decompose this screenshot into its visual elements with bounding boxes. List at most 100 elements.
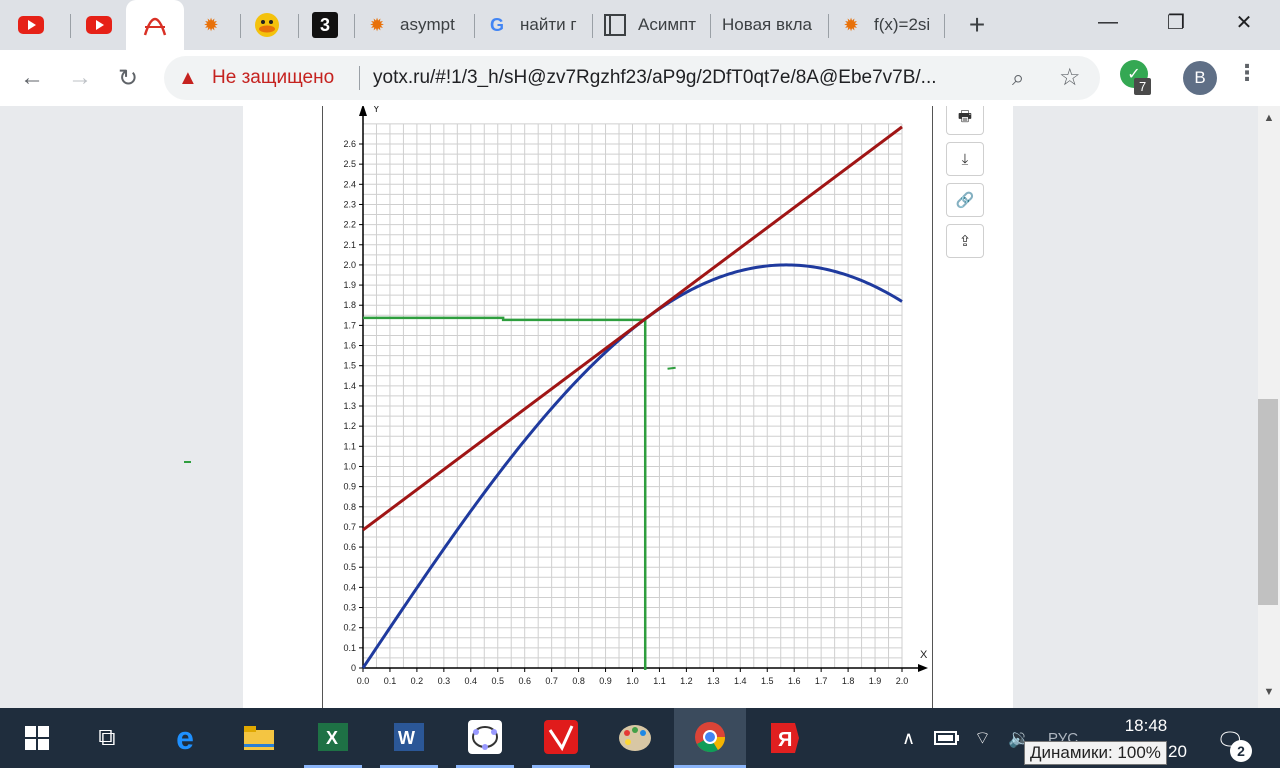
print-button[interactable]: 🖶: [946, 106, 984, 135]
duck-icon: [254, 12, 280, 38]
x-tick-label: 0.9: [599, 676, 612, 686]
x-tick-label: 0.3: [438, 676, 451, 686]
yandex-button[interactable]: Я: [756, 708, 814, 768]
chrome-button[interactable]: [674, 708, 746, 768]
y-tick-label: 1.4: [343, 381, 356, 391]
x-tick-label: 0.5: [491, 676, 504, 686]
y-tick-label: 0.7: [343, 522, 356, 532]
minimize-button[interactable]: —: [1074, 0, 1142, 44]
extension-badge: 7: [1134, 78, 1152, 95]
x-tick-label: 0.4: [465, 676, 478, 686]
scroll-thumb[interactable]: [1258, 399, 1278, 605]
arrow-right-icon: →: [68, 64, 92, 91]
graph-frame: 0.0 0.1 0.2 0.3 0.4 0.5 0.6 0.7 0.8 0.9 1.0 1.1 1.2 1…: [322, 106, 933, 708]
tab-sun-1[interactable]: ✹: [198, 0, 228, 50]
y-tick-label: 1.9: [343, 280, 356, 290]
geogebra-icon: [468, 719, 502, 754]
y-tick-label: 2.3: [343, 199, 356, 209]
x-tick-label: 1.6: [788, 676, 801, 686]
y-tick-label: 1.6: [343, 341, 356, 351]
scroll-up-icon[interactable]: ▲: [1258, 112, 1280, 124]
tab-new[interactable]: Новая вкла: [722, 0, 818, 50]
browser-toolbar: ← → ↻ ▲ Не защищено yotx.ru/#!1/3_h/sH@z…: [0, 50, 1280, 107]
task-view-icon: ⧉: [98, 724, 116, 751]
start-button[interactable]: [8, 708, 66, 768]
wifi-icon[interactable]: ⌔: [974, 708, 991, 768]
explorer-button[interactable]: [230, 708, 288, 768]
link-button[interactable]: 🔗: [946, 183, 984, 217]
clock-date[interactable]: 20: [1168, 742, 1187, 762]
tab-google[interactable]: G найти г: [484, 0, 588, 50]
y-tick-label: 0.8: [343, 502, 356, 512]
tab-three[interactable]: 3: [312, 0, 342, 50]
pdf-icon: [544, 719, 578, 754]
geogebra-button[interactable]: [456, 708, 514, 768]
x-tick-label: 0.8: [572, 676, 585, 686]
y-tick-label: 0: [351, 663, 356, 673]
x-tick-label: 0.6: [518, 676, 531, 686]
tab-strip: ✹ 3 ✹ asympt G найти г Асимпт Новая вкла…: [0, 0, 1280, 50]
tab-label: Асимпт: [638, 15, 697, 34]
back-button[interactable]: ←: [12, 58, 52, 98]
graph-app-icon: [142, 12, 168, 38]
google-icon: G: [489, 14, 504, 35]
tab-asimpt[interactable]: Асимпт: [602, 0, 706, 50]
reload-button[interactable]: ↻: [108, 58, 148, 98]
battery-icon[interactable]: [934, 708, 960, 768]
x-tick-label: 1.2: [680, 676, 693, 686]
x-tick-label: 1.9: [869, 676, 882, 686]
y-tick-label: 2.0: [343, 260, 356, 270]
scroll-down-icon[interactable]: ▼: [1258, 686, 1280, 698]
close-icon: ✕: [1235, 11, 1253, 34]
stray-mark: [184, 461, 191, 463]
y-tick-label: 0.4: [343, 582, 356, 592]
tray-chevron-icon[interactable]: ∧: [902, 708, 915, 768]
word-button[interactable]: W: [380, 708, 438, 768]
tab-graph-active[interactable]: [126, 0, 184, 50]
share-button[interactable]: ⇪: [946, 224, 984, 258]
x-tick-label: 0.1: [384, 676, 397, 686]
page-viewport: 0.0 0.1 0.2 0.3 0.4 0.5 0.6 0.7 0.8 0.9 1.0 1.1 1.2 1…: [0, 106, 1258, 708]
y-axis-arrow: [359, 106, 367, 116]
forward-button[interactable]: →: [60, 58, 100, 98]
avatar[interactable]: B: [1183, 61, 1217, 95]
y-tick-label: 1.7: [343, 320, 356, 330]
task-view-button[interactable]: ⧉: [78, 708, 136, 768]
three-icon: 3: [312, 12, 338, 38]
tab-fx[interactable]: ✹ f(x)=2si: [838, 0, 936, 50]
new-tab-button[interactable]: +: [964, 0, 994, 50]
y-tick-label: 1.2: [343, 421, 356, 431]
word-icon: W: [394, 722, 424, 751]
tab-youtube-1[interactable]: [18, 0, 68, 50]
function-graph[interactable]: 0.0 0.1 0.2 0.3 0.4 0.5 0.6 0.7 0.8 0.9 1.0 1.1 1.2 1…: [323, 106, 932, 708]
star-icon[interactable]: ☆: [1059, 63, 1081, 92]
stray-mark: [667, 366, 676, 370]
edge-button[interactable]: e: [156, 708, 214, 768]
address-bar[interactable]: ▲ Не защищено yotx.ru/#!1/3_h/sH@zv7Rgzh…: [164, 56, 1100, 100]
y-tick-label: 0.9: [343, 482, 356, 492]
minimize-icon: —: [1098, 10, 1118, 33]
clock-time[interactable]: 18:48: [1116, 716, 1176, 736]
page-scrollbar[interactable]: ▲ ▼: [1258, 106, 1280, 708]
pdf-reader-button[interactable]: [532, 708, 590, 768]
security-status[interactable]: Не защищено: [212, 67, 334, 89]
menu-icon[interactable]: ⋮: [1236, 60, 1258, 86]
excel-button[interactable]: X: [304, 708, 362, 768]
tab-duck[interactable]: [254, 0, 284, 50]
x-tick-label: 1.7: [815, 676, 828, 686]
svg-text:W: W: [398, 728, 415, 748]
y-tick-label: 0.2: [343, 623, 356, 633]
tab-label: Новая вкла: [722, 15, 812, 34]
reload-icon: ↻: [117, 64, 139, 92]
y-tick-label: 2.1: [343, 240, 356, 250]
url-text[interactable]: yotx.ru/#!1/3_h/sH@zv7Rgzhf23/aP9g/2DfT0…: [373, 67, 998, 89]
download-button[interactable]: ⤓: [946, 142, 984, 176]
warning-icon: ▲: [178, 67, 198, 89]
restore-button[interactable]: ❐: [1142, 0, 1210, 44]
tab-asympt[interactable]: ✹ asympt: [364, 0, 470, 50]
y-tick-label: 1.3: [343, 401, 356, 411]
excel-icon: X: [318, 722, 348, 751]
zoom-icon[interactable]: ⌕: [1012, 65, 1024, 91]
paint-button[interactable]: [606, 708, 664, 768]
close-window-button[interactable]: ✕: [1210, 0, 1278, 44]
